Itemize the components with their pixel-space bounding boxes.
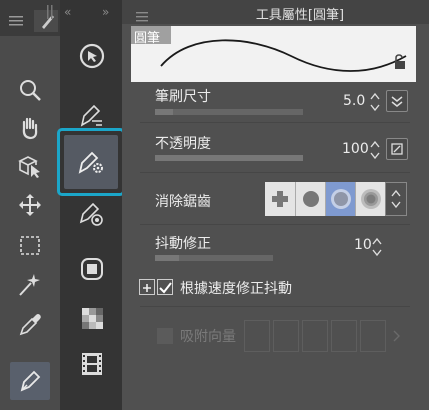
opacity-label: 不透明度 [155,136,211,152]
expand-toggle[interactable] [139,279,155,295]
vector-snap-option[interactable] [360,320,386,352]
opacity-spinner-icon[interactable] [370,139,380,161]
antialias-weak-button[interactable] [295,182,325,216]
selection-tool[interactable] [12,229,48,261]
pixel-cross-icon [272,191,288,207]
divider [140,224,410,225]
circle-soft-icon [330,189,351,209]
panel-title: 工具屬性[圓筆] [255,8,345,23]
zoom-icon [20,80,41,101]
eyedropper-icon [19,314,41,336]
antialias-spinner[interactable] [385,182,407,216]
operation-icon [18,156,40,178]
pen-tab-icon[interactable] [34,10,58,32]
checkmark-icon [159,282,172,294]
antialias-none-button[interactable] [265,182,295,216]
vector-snap-option[interactable] [331,320,357,352]
vector-snap-label: 吸附向量 [180,329,236,345]
zoom-tool[interactable] [12,74,48,106]
stabilization-slider-fill [155,255,179,261]
speed-stabilization-checkbox[interactable] [157,279,173,295]
sub-tool-gradient[interactable] [76,302,108,334]
spinner-icon [391,189,401,209]
pen-tool[interactable] [10,362,50,400]
brush-size-spinner-icon[interactable] [370,91,380,113]
brush-stroke-preview [160,39,407,72]
speed-stabilization-label: 根據速度修正抖動 [180,281,292,297]
antialias-label: 消除鋸齒 [155,194,211,210]
fill-icon [81,258,103,280]
auto-select-tool[interactable] [12,268,48,300]
brush-size-slider[interactable] [155,109,303,115]
pen-icon [20,370,41,392]
film-icon [82,353,102,375]
antialias-medium-button[interactable] [325,182,355,216]
tool-list [0,36,60,410]
stabilization-spinner-icon[interactable] [372,236,382,258]
opacity-menu-button[interactable] [386,138,408,160]
move-tool[interactable] [12,189,48,221]
divider [140,172,410,173]
hand-icon [22,117,38,140]
pen-circle-icon [79,202,103,226]
collapse-icon[interactable]: « [64,5,71,19]
stabilization-label: 抖動修正 [155,236,211,252]
auto-select-icon [19,274,40,296]
circle-softer-icon [360,189,381,209]
hand-tool[interactable] [12,112,48,144]
sub-tool-highlight [57,128,125,196]
selection-icon [20,236,40,255]
vector-snap-option[interactable] [244,320,270,352]
lock-icon[interactable] [393,54,407,70]
operation-tool[interactable] [12,150,48,182]
brush-size-label: 筆刷尺寸 [155,89,211,105]
sub-tool-operation[interactable] [76,40,108,72]
preview-label: 圓筆 [134,31,161,46]
brush-size-menu-button[interactable] [386,90,408,112]
divider [140,306,410,307]
sub-tool-pen-circle[interactable] [76,198,108,230]
opacity-slider[interactable] [155,155,303,161]
opacity-pressure-icon [391,143,403,155]
gradient-icon [82,308,103,329]
sub-tool-film[interactable] [76,348,108,380]
eyedropper-tool[interactable] [12,308,48,340]
operation-sub-icon [79,43,105,69]
vector-snap-option[interactable] [273,320,299,352]
brush-preview [131,26,416,82]
panel-menu-icon[interactable] [136,7,148,22]
circle-hard-icon [302,191,319,207]
pen-sub-icon [80,104,102,127]
drag-handle-icon[interactable] [47,4,53,19]
sub-tool-fill[interactable] [76,253,108,285]
opacity-value[interactable]: 100 [342,141,369,157]
brush-size-value[interactable]: 5.0 [343,93,365,109]
stabilization-value[interactable]: 10 [354,237,372,253]
move-icon [19,194,41,216]
antialias-selector [265,182,407,216]
stabilization-slider[interactable] [155,255,273,261]
vector-snap-checkbox[interactable] [157,328,173,344]
chevron-right-icon[interactable] [392,328,402,344]
antialias-strong-button[interactable] [355,182,385,216]
menu-icon[interactable] [9,12,23,26]
brush-size-slider-fill [155,109,173,115]
opacity-slider-fill [155,155,303,161]
sub-tool-pen[interactable] [76,99,108,131]
plus-icon [143,284,151,292]
double-chevron-down-icon [391,96,403,107]
divider [140,122,410,123]
expand-icon[interactable]: » [102,5,109,19]
vector-snap-option[interactable] [302,320,328,352]
